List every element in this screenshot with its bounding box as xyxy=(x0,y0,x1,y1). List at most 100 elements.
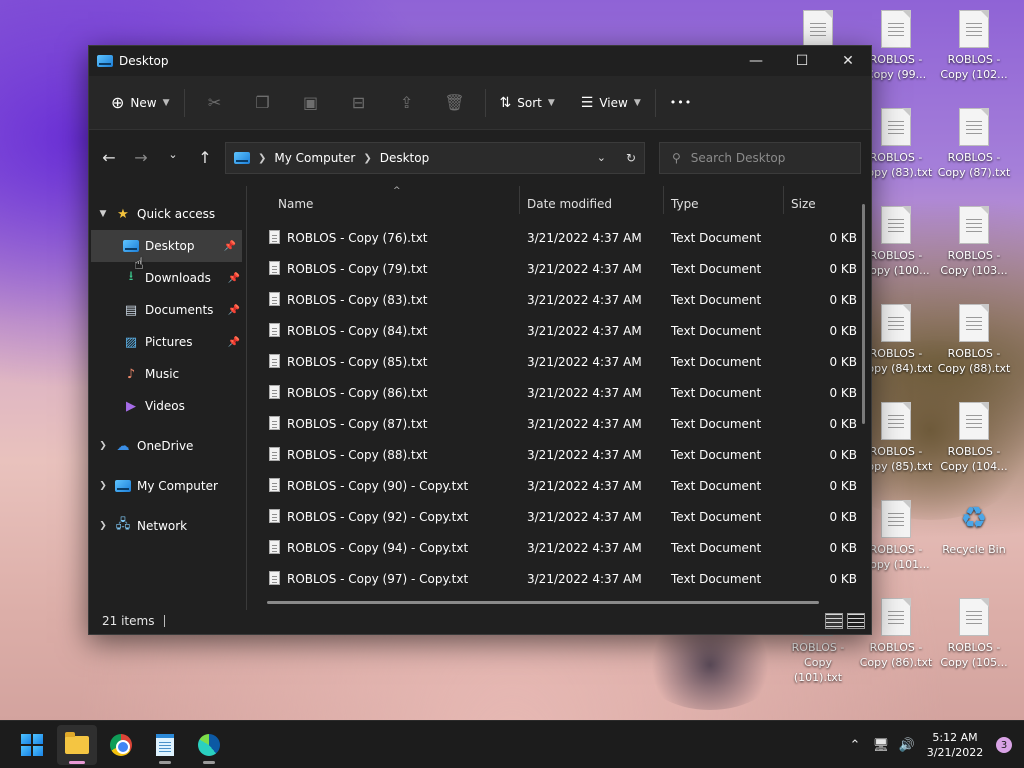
taskbar-file-explorer[interactable] xyxy=(57,725,97,765)
column-divider[interactable] xyxy=(519,186,520,214)
text-file-icon xyxy=(269,230,280,244)
minimize-button[interactable]: — xyxy=(733,46,779,76)
taskbar-chrome[interactable] xyxy=(101,725,141,765)
sidebar-item-music[interactable]: ♪ Music xyxy=(89,358,246,390)
maximize-button[interactable]: ☐ xyxy=(779,46,825,76)
file-row[interactable]: ROBLOS - Copy (85).txt 3/21/2022 4:37 AM T… xyxy=(247,346,871,377)
sidebar-item-documents[interactable]: ▤ Documents 📌 xyxy=(89,294,246,326)
chevron-right-icon[interactable]: ❯ xyxy=(91,521,115,531)
sidebar-item-quick-access[interactable]: ▼ ★ Quick access xyxy=(89,198,246,230)
more-options-button[interactable]: ••• xyxy=(662,87,700,119)
recent-locations-button[interactable]: ⌄ xyxy=(157,148,189,167)
taskbar-notepad[interactable] xyxy=(145,725,185,765)
column-header-name[interactable]: Name xyxy=(278,197,313,211)
breadcrumb-chevron-icon: ❯ xyxy=(363,152,372,164)
clipboard-icon: ▣ xyxy=(302,93,319,112)
file-row[interactable]: ROBLOS - Copy (84).txt 3/21/2022 4:37 AM T… xyxy=(247,315,871,346)
show-hidden-icons-button[interactable]: ⌃ xyxy=(842,738,868,753)
sidebar-item-label: OneDrive xyxy=(137,439,194,453)
text-file-icon xyxy=(881,206,911,244)
desktop-file-icon[interactable]: ROBLOS - Copy (103... xyxy=(936,206,1012,278)
desktop-recycle-bin[interactable]: ♻ Recycle Bin xyxy=(936,500,1012,557)
vertical-scrollbar[interactable] xyxy=(862,204,865,424)
file-name: ROBLOS - Copy (86).txt xyxy=(287,385,428,400)
file-row[interactable]: ROBLOS - Copy (83).txt 3/21/2022 4:37 AM T… xyxy=(247,284,871,315)
start-button[interactable] xyxy=(12,725,52,765)
sidebar-item-onedrive[interactable]: ❯ ☁ OneDrive xyxy=(89,430,246,462)
sidebar-item-my-computer[interactable]: ❯ My Computer xyxy=(89,470,246,502)
rename-icon: ⊟ xyxy=(351,93,366,112)
search-box[interactable]: ⚲ xyxy=(659,142,861,174)
column-header-date[interactable]: Date modified xyxy=(527,197,612,211)
share-button[interactable]: ⇪ xyxy=(383,87,431,119)
desktop-file-icon[interactable]: ROBLOS - Copy (88).txt xyxy=(936,304,1012,376)
item-count: 21 items xyxy=(102,614,155,628)
sidebar-item-network[interactable]: ❯ 🖧 Network xyxy=(89,510,246,542)
new-button[interactable]: ⊕ New ▼ xyxy=(103,87,178,119)
refresh-icon[interactable]: ↻ xyxy=(626,151,636,165)
search-input[interactable] xyxy=(690,151,841,165)
desktop-file-icon[interactable]: ROBLOS - Copy (105... xyxy=(936,598,1012,670)
notification-badge[interactable]: 3 xyxy=(996,737,1012,753)
file-row[interactable]: ROBLOS - Copy (88).txt 3/21/2022 4:37 AM T… xyxy=(247,439,871,470)
up-button[interactable]: ↑ xyxy=(189,148,221,167)
title-bar[interactable]: Desktop — ☐ ✕ xyxy=(89,46,871,76)
pin-icon: 📌 xyxy=(227,304,240,316)
file-row[interactable]: ROBLOS - Copy (90) - Copy.txt 3/21/2022 4… xyxy=(247,470,871,501)
sidebar-item-downloads[interactable]: ⭳ Downloads 📌 xyxy=(89,262,246,294)
window-controls: — ☐ ✕ xyxy=(733,46,871,76)
text-file-icon xyxy=(269,416,280,430)
back-button[interactable]: ← xyxy=(93,148,125,167)
sort-button[interactable]: ⇅ Sort ▼ xyxy=(492,87,563,119)
arrow-left-icon: ← xyxy=(102,148,116,167)
file-row[interactable]: ROBLOS - Copy (94) - Copy.txt 3/21/2022 4… xyxy=(247,532,871,563)
network-icon[interactable]: 🖥 xyxy=(868,738,894,753)
text-file-icon xyxy=(269,571,280,585)
breadcrumb-my-computer[interactable]: My Computer xyxy=(274,151,355,165)
file-size: 0 KB xyxy=(829,261,857,276)
address-bar[interactable]: ❯ My Computer ❯ Desktop ⌄ ↻ xyxy=(225,142,645,174)
column-divider[interactable] xyxy=(783,186,784,214)
chevron-down-icon[interactable]: ▼ xyxy=(91,209,115,219)
chevron-down-icon: ⌄ xyxy=(168,148,178,161)
chevron-right-icon[interactable]: ❯ xyxy=(91,441,115,451)
sidebar-item-pictures[interactable]: ▨ Pictures 📌 xyxy=(89,326,246,358)
scissors-icon: ✂ xyxy=(207,93,222,112)
horizontal-scrollbar[interactable] xyxy=(267,601,819,604)
column-header-type[interactable]: Type xyxy=(671,197,699,211)
volume-icon[interactable]: 🔊 xyxy=(894,738,920,753)
file-row[interactable]: ROBLOS - Copy (76).txt 3/21/2022 4:37 AM T… xyxy=(247,222,871,253)
column-divider[interactable] xyxy=(663,186,664,214)
forward-button[interactable]: → xyxy=(125,148,157,167)
close-button[interactable]: ✕ xyxy=(825,46,871,76)
file-date: 3/21/2022 4:37 AM xyxy=(527,292,642,307)
desktop-file-icon[interactable]: ROBLOS - Copy (104... xyxy=(936,402,1012,474)
cut-button[interactable]: ✂ xyxy=(191,87,239,119)
column-header-size[interactable]: Size xyxy=(791,197,816,211)
details-view-button[interactable] xyxy=(825,613,843,629)
file-date: 3/21/2022 4:37 AM xyxy=(527,385,642,400)
file-row[interactable]: ROBLOS - Copy (97) - Copy.txt 3/21/2022 4… xyxy=(247,563,871,594)
view-button[interactable]: ☰ View ▼ xyxy=(573,87,649,119)
address-history-button[interactable]: ⌄ xyxy=(597,151,606,165)
file-type: Text Document xyxy=(671,261,762,276)
copy-button[interactable]: ❐ xyxy=(239,87,287,119)
clock[interactable]: 5:12 AM 3/21/2022 xyxy=(920,730,990,760)
window-title: Desktop xyxy=(119,54,169,68)
breadcrumb-desktop[interactable]: Desktop xyxy=(380,151,430,165)
file-row[interactable]: ROBLOS - Copy (87).txt 3/21/2022 4:37 AM T… xyxy=(247,408,871,439)
file-row[interactable]: ROBLOS - Copy (79).txt 3/21/2022 4:37 AM T… xyxy=(247,253,871,284)
delete-button[interactable]: 🗑 xyxy=(431,87,479,119)
taskbar-edge[interactable] xyxy=(189,725,229,765)
large-icons-view-button[interactable] xyxy=(847,613,865,629)
rename-button[interactable]: ⊟ xyxy=(335,87,383,119)
file-row[interactable]: ROBLOS - Copy (86).txt 3/21/2022 4:37 AM T… xyxy=(247,377,871,408)
divider xyxy=(484,88,486,117)
chevron-right-icon[interactable]: ❯ xyxy=(91,481,115,491)
desktop-file-icon[interactable]: ROBLOS - Copy (87).txt xyxy=(936,108,1012,180)
paste-button[interactable]: ▣ xyxy=(287,87,335,119)
sidebar-item-videos[interactable]: ▶ Videos xyxy=(89,390,246,422)
desktop-file-icon[interactable]: ROBLOS - Copy (102... xyxy=(936,10,1012,82)
file-row[interactable]: ROBLOS - Copy (92) - Copy.txt 3/21/2022 4… xyxy=(247,501,871,532)
sidebar-item-desktop[interactable]: Desktop 📌 xyxy=(91,230,242,262)
